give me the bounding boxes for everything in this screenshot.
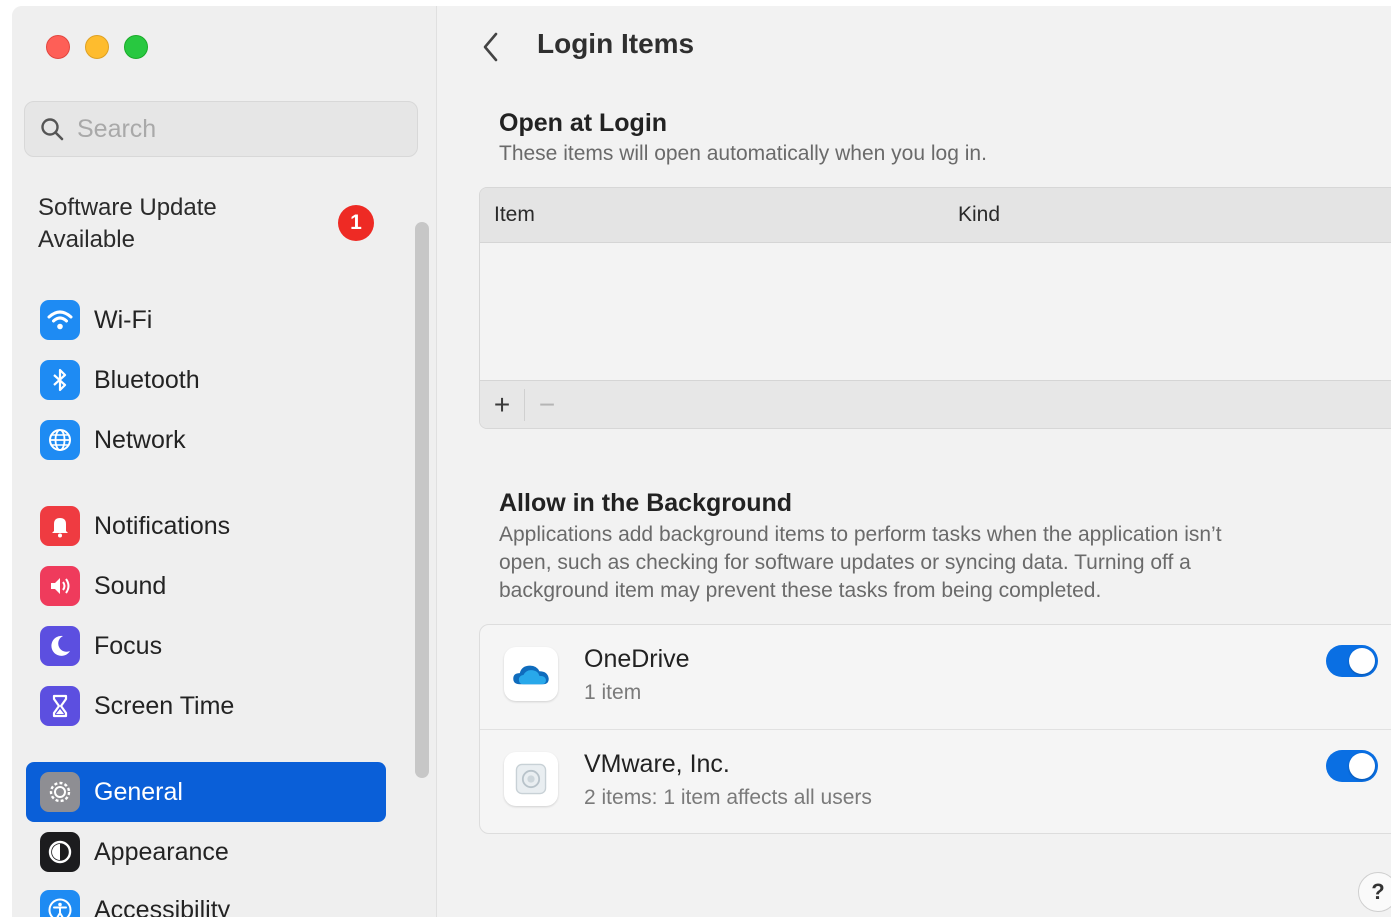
background-description: Applications add background items to per… xyxy=(499,521,1222,605)
page-title: Login Items xyxy=(537,28,695,59)
sidebar-scrollbar[interactable] xyxy=(415,222,429,778)
app-detail: 1 item xyxy=(584,681,642,704)
column-header-kind[interactable]: Kind xyxy=(958,203,1000,227)
toggle-knob xyxy=(1349,648,1375,674)
wifi-icon xyxy=(40,300,80,340)
update-count-badge: 1 xyxy=(338,205,374,241)
magnifying-glass-icon xyxy=(41,118,64,141)
background-item-row: VMware, Inc. 2 items: 1 item affects all… xyxy=(480,729,1391,833)
background-item-row: OneDrive 1 item xyxy=(480,625,1391,729)
bluetooth-icon xyxy=(40,360,80,400)
app-name: OneDrive xyxy=(584,645,690,673)
sidebar-item-wifi[interactable]: Wi-Fi xyxy=(26,290,386,350)
sidebar-item-label: General xyxy=(94,777,183,806)
sidebar-item-screen-time[interactable]: Screen Time xyxy=(26,676,386,736)
back-button[interactable] xyxy=(475,26,507,68)
sidebar-item-appearance[interactable]: Appearance xyxy=(26,822,386,882)
sidebar-item-label: Focus xyxy=(94,631,163,660)
sidebar-item-label: Screen Time xyxy=(94,691,235,720)
sidebar-item-label: Bluetooth xyxy=(94,365,200,394)
open-at-login-subtitle: These items will open automatically when… xyxy=(499,142,987,165)
chevron-left-icon xyxy=(483,32,498,62)
remove-login-item-button[interactable]: − xyxy=(524,389,569,421)
table-body[interactable] xyxy=(480,243,1391,380)
software-update-item[interactable]: Software Update Available 1 xyxy=(38,192,378,256)
software-update-label: Software Update Available xyxy=(38,194,217,253)
app-detail: 2 items: 1 item affects all users xyxy=(584,786,872,809)
moon-icon xyxy=(40,626,80,666)
add-login-item-button[interactable]: + xyxy=(480,389,524,421)
table-header: Item Kind xyxy=(480,188,1391,243)
hourglass-icon xyxy=(40,686,80,726)
sidebar-item-label: Appearance xyxy=(94,837,229,866)
onedrive-toggle[interactable] xyxy=(1326,645,1378,677)
window-controls xyxy=(46,35,148,59)
vmware-toggle[interactable] xyxy=(1326,750,1378,782)
search-input[interactable] xyxy=(75,113,379,145)
main-content: Login Items Open at Login These items wi… xyxy=(437,6,1391,917)
background-description-line: open, such as checking for software upda… xyxy=(499,551,1191,574)
sidebar-item-sound[interactable]: Sound xyxy=(26,556,386,616)
settings-window: Software Update Available 1 Wi-Fi Blueto… xyxy=(12,6,1391,917)
sidebar-item-label: Accessibility xyxy=(94,895,231,917)
sidebar-item-notifications[interactable]: Notifications xyxy=(26,496,386,556)
sidebar-item-label: Wi-Fi xyxy=(94,305,153,334)
table-footer: + − xyxy=(480,380,1391,428)
search-field[interactable] xyxy=(24,101,418,157)
bell-icon xyxy=(40,506,80,546)
close-button[interactable] xyxy=(46,35,70,59)
sidebar-item-label: Sound xyxy=(94,571,167,600)
gear-icon xyxy=(40,772,80,812)
sidebar-item-network[interactable]: Network xyxy=(26,410,386,470)
minimize-button[interactable] xyxy=(85,35,109,59)
speaker-icon xyxy=(40,566,80,606)
background-items-list: OneDrive 1 item VMware, Inc. 2 items: 1 … xyxy=(479,624,1391,834)
column-header-item[interactable]: Item xyxy=(494,203,535,227)
appearance-icon xyxy=(40,832,80,872)
onedrive-cloud-icon xyxy=(504,647,558,701)
globe-icon xyxy=(40,420,80,460)
toggle-knob xyxy=(1349,753,1375,779)
sidebar-item-general[interactable]: General xyxy=(26,762,386,822)
sidebar: Software Update Available 1 Wi-Fi Blueto… xyxy=(12,6,437,917)
sidebar-item-accessibility[interactable]: Accessibility xyxy=(26,880,386,917)
background-description-line: Applications add background items to per… xyxy=(499,523,1222,546)
sidebar-item-label: Network xyxy=(94,425,186,454)
open-at-login-title: Open at Login xyxy=(499,109,668,137)
sidebar-item-bluetooth[interactable]: Bluetooth xyxy=(26,350,386,410)
app-name: VMware, Inc. xyxy=(584,750,730,778)
background-section-title: Allow in the Background xyxy=(499,489,793,517)
zoom-button[interactable] xyxy=(124,35,148,59)
background-description-line: background item may prevent these tasks … xyxy=(499,579,1102,602)
sidebar-item-focus[interactable]: Focus xyxy=(26,616,386,676)
sidebar-item-label: Notifications xyxy=(94,511,231,540)
accessibility-icon xyxy=(40,890,80,917)
login-items-table: Item Kind + − xyxy=(479,187,1391,429)
vmware-icon xyxy=(504,752,558,806)
help-button[interactable]: ? xyxy=(1358,872,1391,912)
